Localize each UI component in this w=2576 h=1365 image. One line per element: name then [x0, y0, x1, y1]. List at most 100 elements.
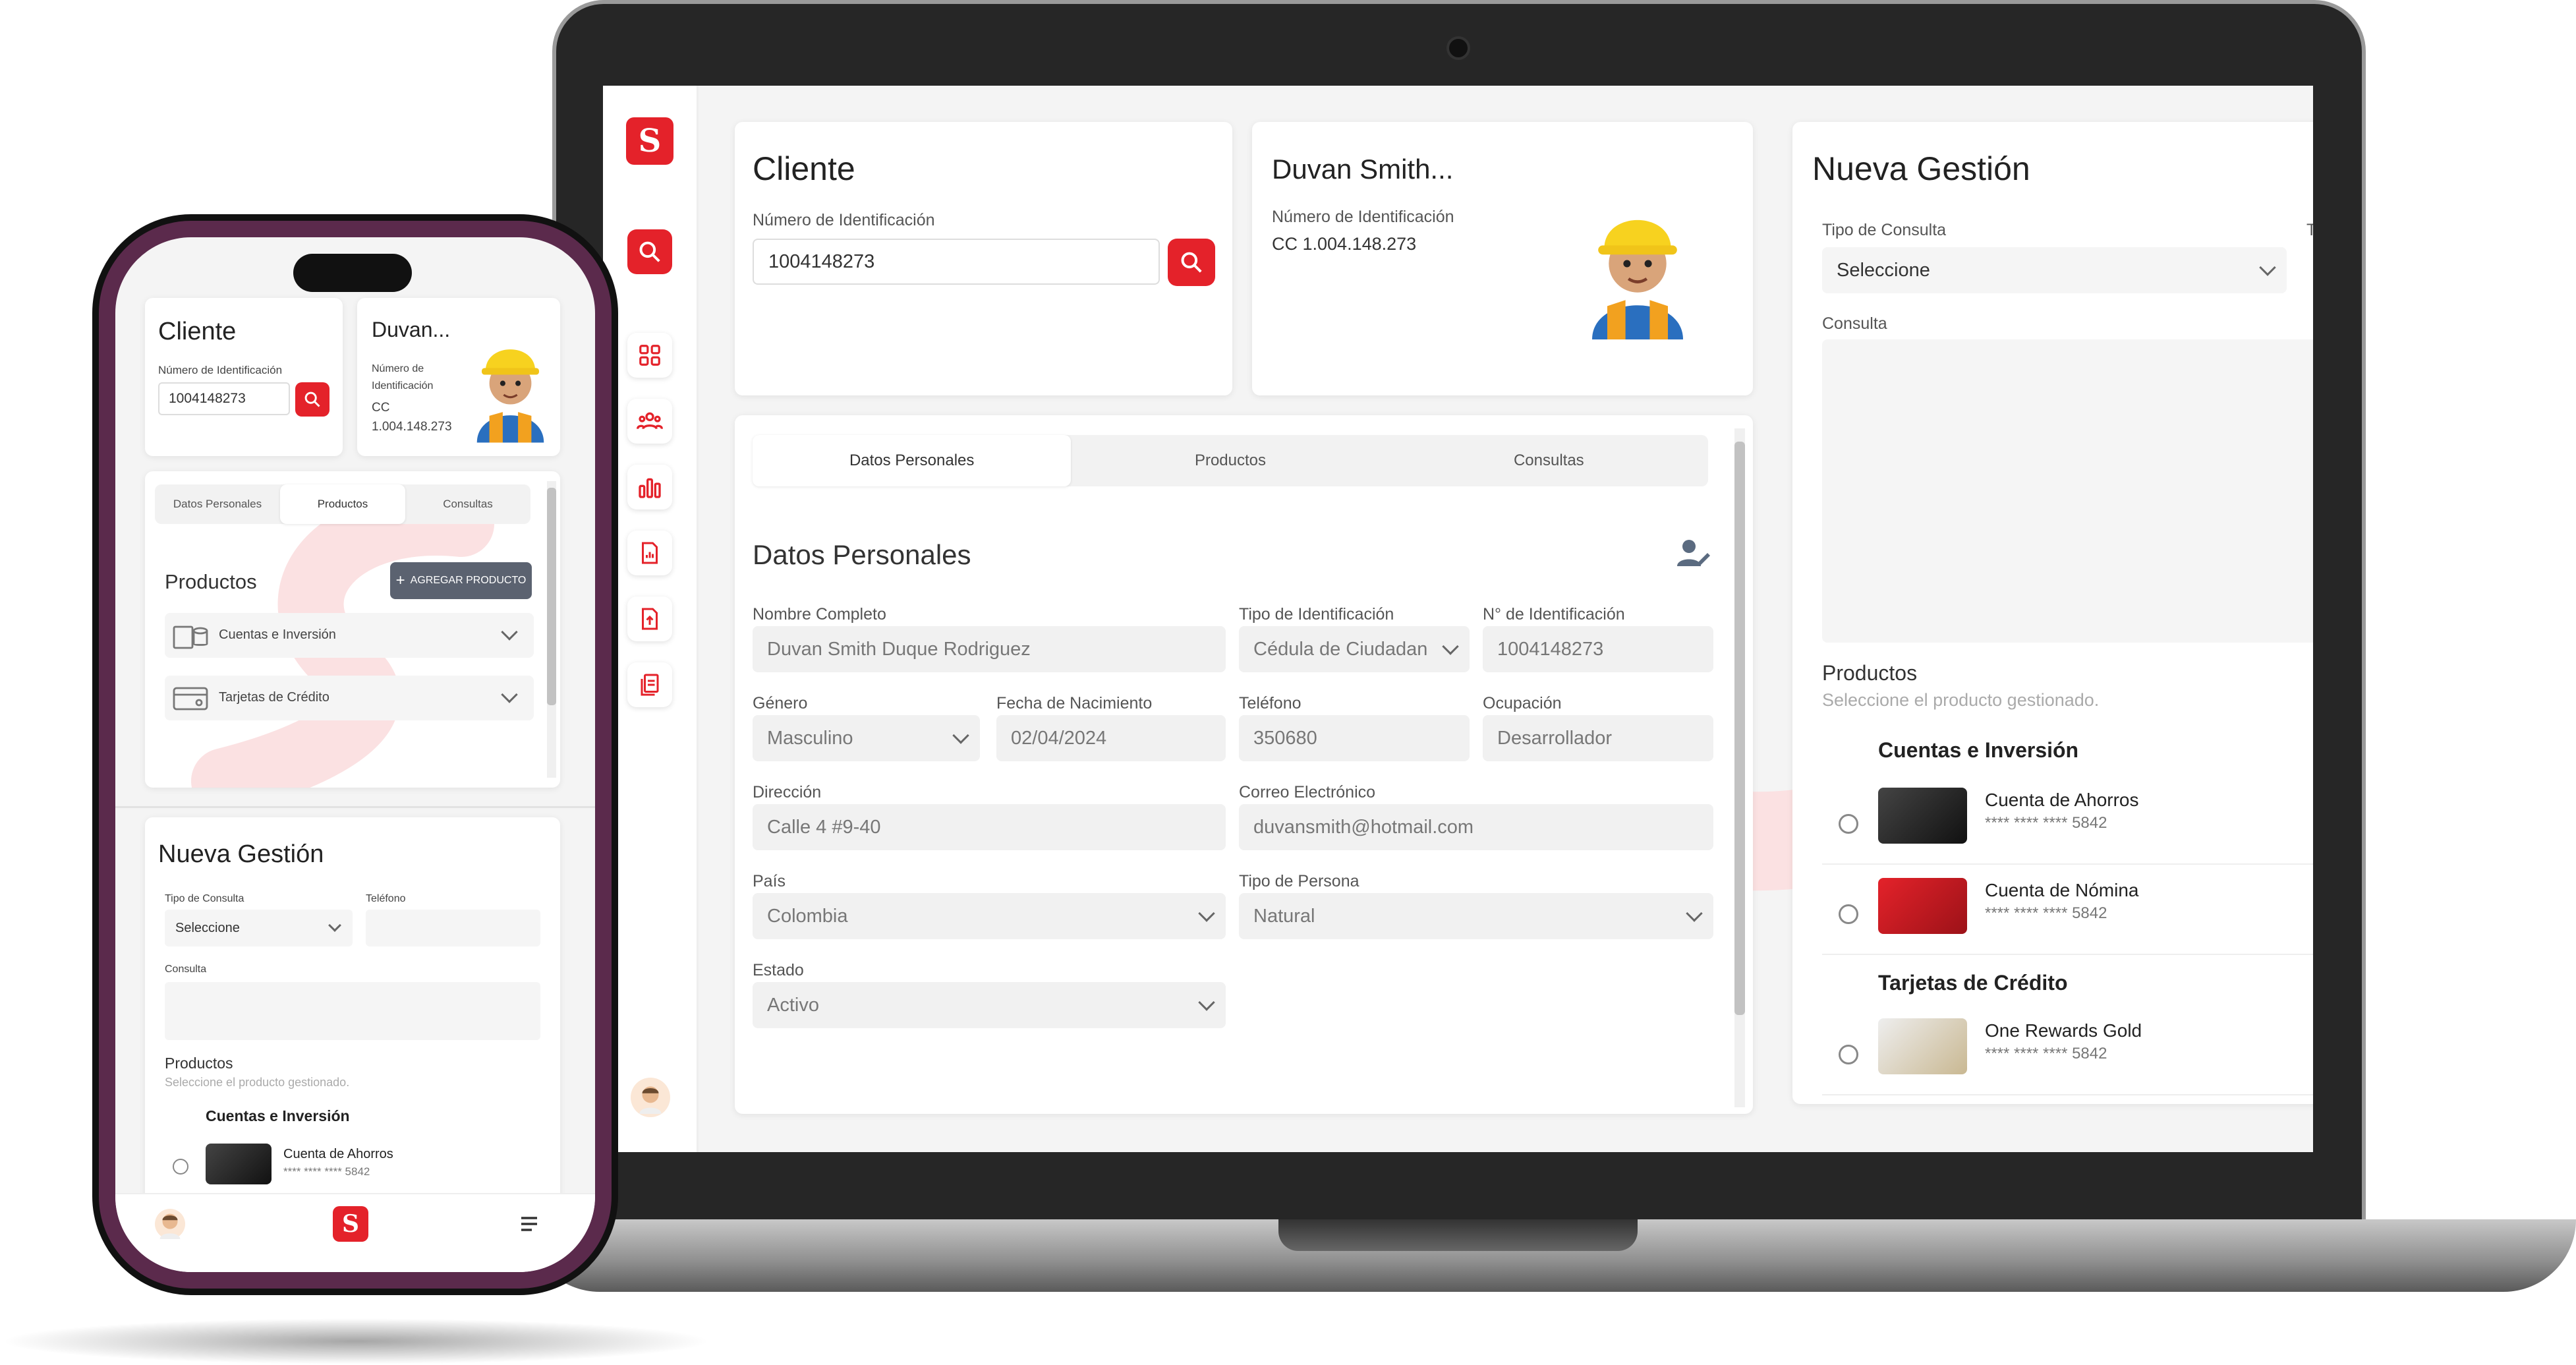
direccion-field[interactable]: Calle 4 #9-40 — [753, 804, 1226, 850]
genero-select[interactable]: Masculino — [753, 715, 980, 761]
phone-search-button[interactable] — [295, 382, 329, 417]
phone-id-label: Número de Identificación — [158, 364, 283, 376]
phone-client-card: Cliente Número de Identificación 1004148… — [145, 298, 343, 456]
search-icon — [639, 241, 660, 262]
clients-nav-button[interactable] — [627, 399, 672, 444]
accordion-cuentas[interactable]: Cuentas e Inversión — [165, 613, 534, 658]
grid-icon — [639, 345, 660, 366]
phone-products-card: Datos Personales Productos Consultas Pro… — [145, 471, 560, 788]
group-tarjetas: Tarjetas de Crédito — [1878, 971, 2068, 995]
divider — [1822, 1094, 2313, 1095]
product-name: One Rewards Gold — [1985, 1020, 2142, 1041]
phone-product-number: **** **** **** 5842 — [283, 1165, 370, 1178]
num-id-field[interactable]: 1004148273 — [1483, 626, 1713, 672]
phone-tabs: Datos Personales Productos Consultas — [155, 484, 530, 524]
id-search-input[interactable]: 1004148273 — [753, 239, 1160, 285]
phone-tel-label: Teléfono — [366, 893, 406, 904]
tab-consultas[interactable]: Consultas — [1390, 435, 1708, 486]
phone-id-input[interactable]: 1004148273 — [158, 382, 290, 415]
plus-icon: + — [395, 571, 405, 589]
phone-gestion-card: Nueva Gestión Tipo de Consulta Teléfono … — [145, 817, 560, 1213]
phone-client-title: Cliente — [158, 318, 237, 345]
scrollbar-thumb[interactable] — [547, 488, 556, 705]
phone-consulta-textarea[interactable] — [165, 982, 540, 1040]
phone-tipo-label: Tipo de Consulta — [165, 893, 244, 904]
nombre-label: Nombre Completo — [753, 605, 886, 624]
correo-field[interactable]: duvansmith@hotmail.com — [1239, 804, 1713, 850]
document-chart-nav-button[interactable] — [627, 531, 672, 575]
ocupacion-field[interactable]: Desarrollador — [1483, 715, 1713, 761]
phone-user-avatar[interactable] — [155, 1209, 185, 1239]
telefono-label-peek: T — [2306, 221, 2313, 239]
phone-brand-logo[interactable]: S — [333, 1206, 368, 1242]
documents-icon — [641, 674, 659, 696]
documents-nav-button[interactable] — [627, 662, 672, 707]
laptop-screen: S Cliente Número de Identificación 10041… — [603, 86, 2313, 1152]
tipo-id-label: Tipo de Identificación — [1239, 605, 1394, 624]
phone-tel-field[interactable] — [366, 910, 540, 946]
direccion-label: Dirección — [753, 783, 822, 801]
brand-logo[interactable]: S — [626, 117, 673, 165]
tipo-persona-value: Natural — [1253, 905, 1315, 927]
chevron-down-icon — [1198, 905, 1215, 922]
product-name: Cuenta de Ahorros — [1985, 790, 2139, 810]
telefono-field[interactable]: 350680 — [1239, 715, 1470, 761]
scrollbar[interactable] — [1734, 428, 1745, 1107]
tab-datos-personales[interactable]: Datos Personales — [155, 484, 280, 524]
worker-avatar-icon — [476, 349, 544, 443]
tab-productos[interactable]: Productos — [1071, 435, 1389, 486]
card-black-icon — [1878, 788, 1967, 844]
phone-productos-sub: Seleccione el producto gestionado. — [165, 1076, 350, 1089]
scrollbar-thumb[interactable] — [1734, 442, 1745, 1015]
add-product-label: AGREGAR PRODUCTO — [410, 575, 527, 586]
phone-shadow — [0, 1318, 712, 1364]
user-avatar[interactable] — [631, 1078, 670, 1117]
chevron-down-icon — [1198, 994, 1215, 1011]
phone-scrollbar[interactable] — [547, 481, 556, 778]
tipo-consulta-label: Tipo de Consulta — [1822, 221, 1947, 239]
tipo-persona-select[interactable]: Natural — [1239, 893, 1713, 939]
estado-value: Activo — [767, 994, 819, 1016]
product-number: **** **** **** 5842 — [1985, 904, 2107, 922]
profile-id-label: Número de Identificación — [1272, 208, 1454, 226]
product-radio[interactable] — [1839, 814, 1858, 834]
profile-id-value: CC 1.004.148.273 — [1272, 234, 1417, 254]
tab-productos[interactable]: Productos — [280, 484, 405, 524]
nombre-field[interactable]: Duvan Smith Duque Rodriguez — [753, 626, 1226, 672]
add-product-button[interactable]: + AGREGAR PRODUCTO — [390, 562, 532, 599]
group-cuentas: Cuentas e Inversión — [1878, 738, 2079, 762]
phone-group-cuentas: Cuentas e Inversión — [206, 1107, 350, 1124]
phone-profile-card: Duvan... Número de Identificación CC 1.0… — [357, 298, 560, 456]
reports-nav-button[interactable] — [627, 465, 672, 509]
phone-tipo-select[interactable]: Seleccione — [165, 910, 353, 946]
fecha-label: Fecha de Nacimiento — [996, 694, 1153, 712]
dashboard-nav-button[interactable] — [627, 333, 672, 378]
product-radio[interactable] — [1839, 904, 1858, 924]
tipo-id-select[interactable]: Cédula de Ciudadan — [1239, 626, 1470, 672]
gestion-title: Nueva Gestión — [1812, 150, 2030, 187]
phone-tipo-value: Seleccione — [175, 920, 240, 935]
avatar-icon — [639, 1086, 662, 1114]
accordion-tarjetas[interactable]: Tarjetas de Crédito — [165, 676, 534, 720]
laptop-notch — [1278, 1219, 1638, 1251]
phone-product-radio[interactable] — [173, 1159, 188, 1175]
estado-select[interactable]: Activo — [753, 982, 1226, 1028]
section-divider — [115, 806, 595, 808]
search-button[interactable] — [1168, 239, 1215, 286]
accordion-cuentas-label: Cuentas e Inversión — [219, 627, 336, 642]
fecha-field[interactable]: 02/04/2024 — [996, 715, 1226, 761]
tab-datos-personales[interactable]: Datos Personales — [753, 435, 1072, 486]
edit-user-icon[interactable] — [1677, 537, 1711, 569]
product-name: Cuenta de Nómina — [1985, 880, 2139, 900]
product-radio[interactable] — [1839, 1045, 1858, 1064]
tipo-consulta-select[interactable]: Seleccione — [1822, 247, 2287, 293]
document-upload-nav-button[interactable] — [627, 596, 672, 641]
consulta-textarea[interactable] — [1822, 339, 2313, 643]
new-management-card: Nueva Gestión Tipo de Consulta T Selecci… — [1792, 122, 2313, 1104]
tab-consultas[interactable]: Consultas — [405, 484, 530, 524]
menu-icon[interactable] — [517, 1213, 541, 1235]
genero-value: Masculino — [767, 727, 853, 749]
pais-label: País — [753, 872, 786, 890]
pais-select[interactable]: Colombia — [753, 893, 1226, 939]
search-nav-button[interactable] — [627, 229, 672, 274]
